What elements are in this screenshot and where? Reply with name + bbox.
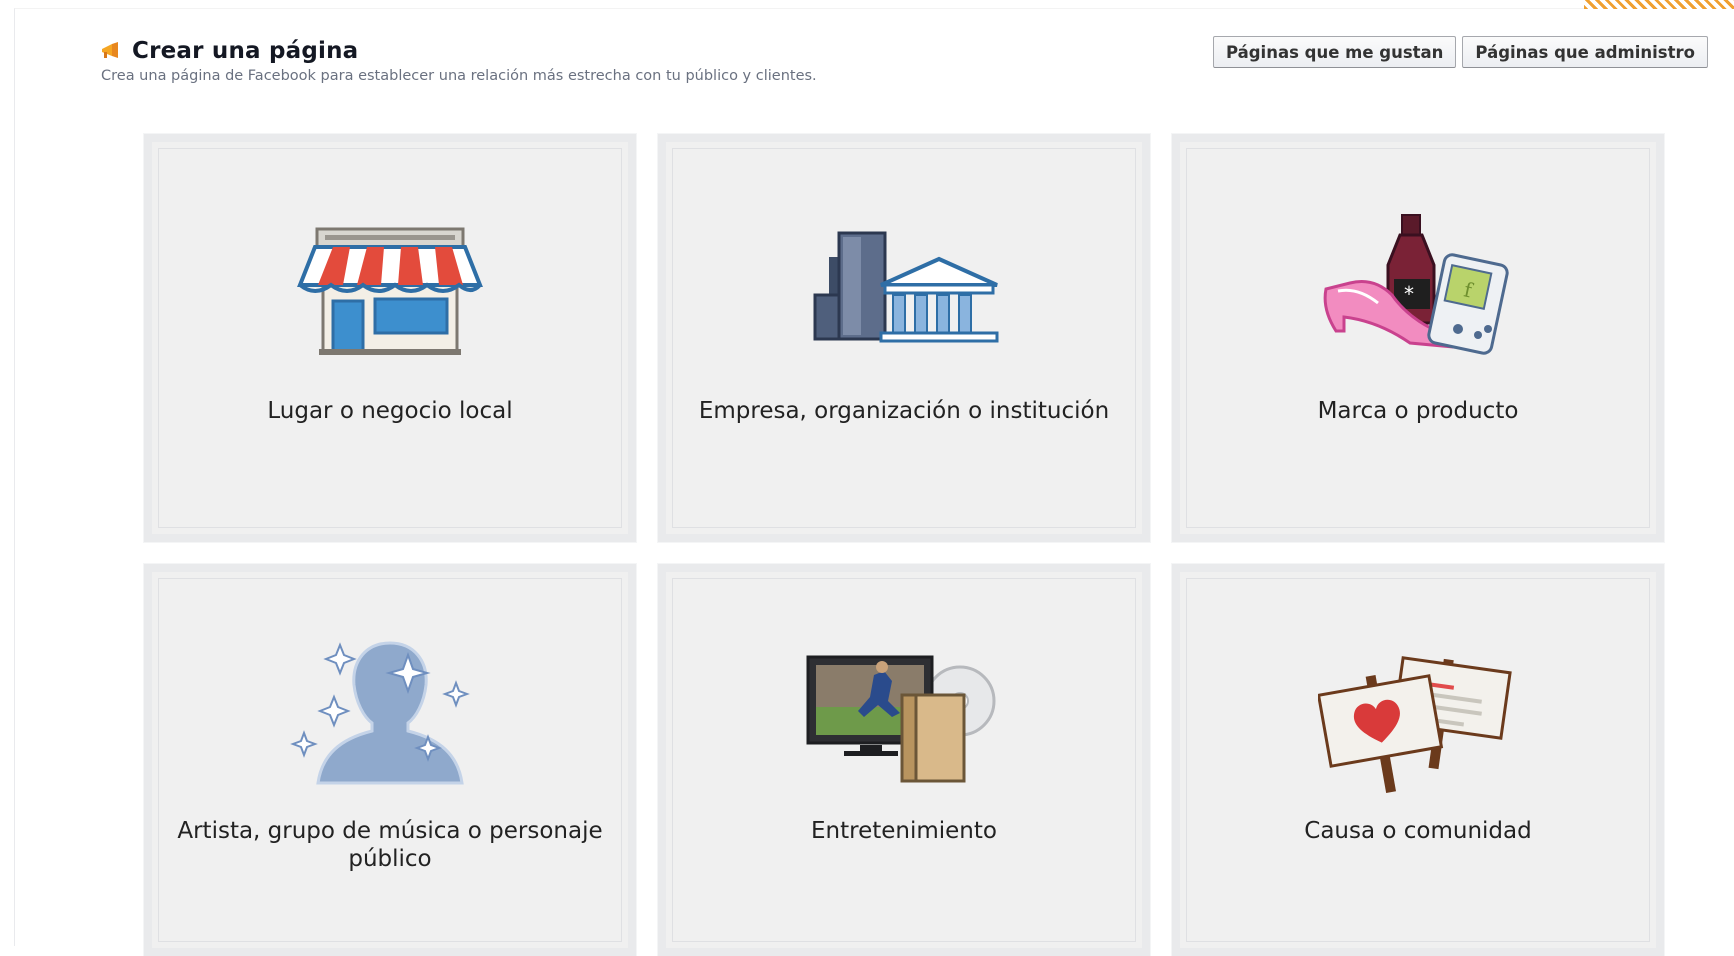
tile-inner: Causa o comunidad [1186, 578, 1650, 942]
category-tile-artist[interactable]: Artista, grupo de música o personaje púb… [143, 563, 637, 956]
category-grid: Lugar o negocio local Empresa, organizac… [143, 133, 1665, 956]
category-label: Lugar o negocio local [267, 398, 513, 424]
page-subtitle: Crea una página de Facebook para estable… [101, 68, 817, 84]
category-label: Artista, grupo de música o personaje púb… [177, 818, 603, 872]
managed-pages-button[interactable]: Páginas que administro [1462, 36, 1708, 68]
category-tile-brand[interactable]: * f Marca o producto [1171, 133, 1665, 543]
category-tile-entertainment[interactable]: Entretenimiento [657, 563, 1151, 956]
category-tile-cause[interactable]: Causa o comunidad [1171, 563, 1665, 956]
category-label: Entretenimiento [811, 818, 997, 844]
liked-pages-button[interactable]: Páginas que me gustan [1212, 36, 1457, 68]
tile-inner: Empresa, organización o institución [672, 148, 1136, 528]
tile-inner: Artista, grupo de música o personaje púb… [158, 578, 622, 942]
category-label: Marca o producto [1317, 398, 1519, 424]
tile-inner: Lugar o negocio local [158, 148, 622, 528]
title-row: Crear una página [100, 38, 817, 64]
category-label: Causa o comunidad [1304, 818, 1532, 844]
tile-inner: Entretenimiento [672, 578, 1136, 942]
tile-inner: * f Marca o producto [1186, 148, 1650, 528]
top-buttons: Páginas que me gustan Páginas que admini… [1212, 36, 1708, 68]
category-label: Empresa, organización o institución [698, 398, 1110, 424]
category-tile-company[interactable]: Empresa, organización o institución [657, 133, 1151, 543]
megaphone-icon [100, 41, 122, 61]
category-tile-local-business[interactable]: Lugar o negocio local [143, 133, 637, 543]
storefront-icon [295, 227, 485, 361]
building-icon [809, 227, 999, 361]
page-title: Crear una página [132, 38, 359, 64]
corner-decoration [1584, 0, 1734, 9]
products-icon: * f [1318, 213, 1518, 367]
person-sparkles-icon [290, 637, 490, 791]
signs-icon [1316, 655, 1518, 799]
svg-text:*: * [1404, 282, 1414, 306]
page-header: Crear una página Crea una página de Face… [100, 38, 817, 84]
tv-media-icon [804, 655, 1004, 789]
